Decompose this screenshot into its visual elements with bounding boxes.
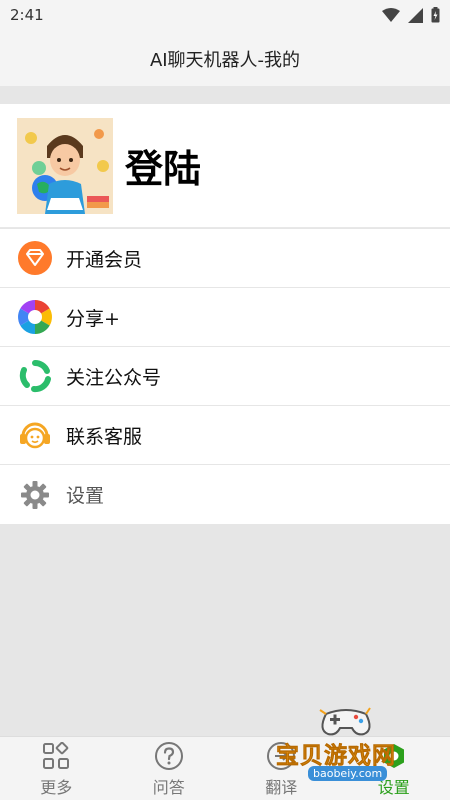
wifi-icon [382,7,400,22]
menu-item-vip[interactable]: 开通会员 [0,229,450,288]
vip-diamond-icon [17,240,53,276]
menu-item-share[interactable]: 分享+ [0,288,450,347]
translate-icon [265,740,297,772]
menu-item-label: 设置 [66,485,105,507]
status-bar: 2:41 [0,0,450,32]
menu-item-follow-official[interactable]: 关注公众号 [0,347,450,406]
nav-tab-more[interactable]: 更多 [0,737,113,800]
settings-icon [378,740,410,772]
nav-tab-translate[interactable]: 翻译 [225,737,338,800]
menu-list: 开通会员 分享+ 关注公众号 联系客服 设置 [0,229,450,524]
nav-label: 更多 [40,777,73,797]
avatar[interactable] [17,117,113,214]
grid-more-icon [40,740,72,772]
nav-label: 问答 [152,777,185,797]
status-icons [382,7,440,23]
share-aperture-icon [17,299,53,335]
nav-label: 设置 [377,777,410,797]
nav-label: 翻译 [265,777,298,797]
gear-icon [17,477,53,513]
menu-item-label: 开通会员 [66,248,143,271]
menu-item-settings[interactable]: 设置 [0,465,450,524]
bottom-nav: 更多 问答 翻译 设置 [0,736,450,800]
app-bar: AI聊天机器人-我的 [0,32,450,86]
section-divider [0,86,450,104]
nav-tab-qa[interactable]: 问答 [113,737,226,800]
menu-item-label: 联系客服 [66,425,143,448]
signal-icon [408,7,423,23]
battery-icon [431,7,440,23]
menu-item-contact-service[interactable]: 联系客服 [0,406,450,465]
profile-card[interactable]: 登陆 [0,104,450,228]
wechat-official-icon [17,358,53,394]
gamepad-icon [319,707,371,736]
page-title: AI聊天机器人-我的 [149,50,301,71]
nav-tab-settings[interactable]: 设置 [338,737,450,800]
status-time: 2:41 [10,6,44,24]
menu-item-label: 分享+ [66,307,120,330]
login-label[interactable]: 登陆 [125,138,201,193]
menu-item-label: 关注公众号 [66,366,162,389]
customer-service-icon [17,417,53,453]
question-icon [153,740,185,772]
